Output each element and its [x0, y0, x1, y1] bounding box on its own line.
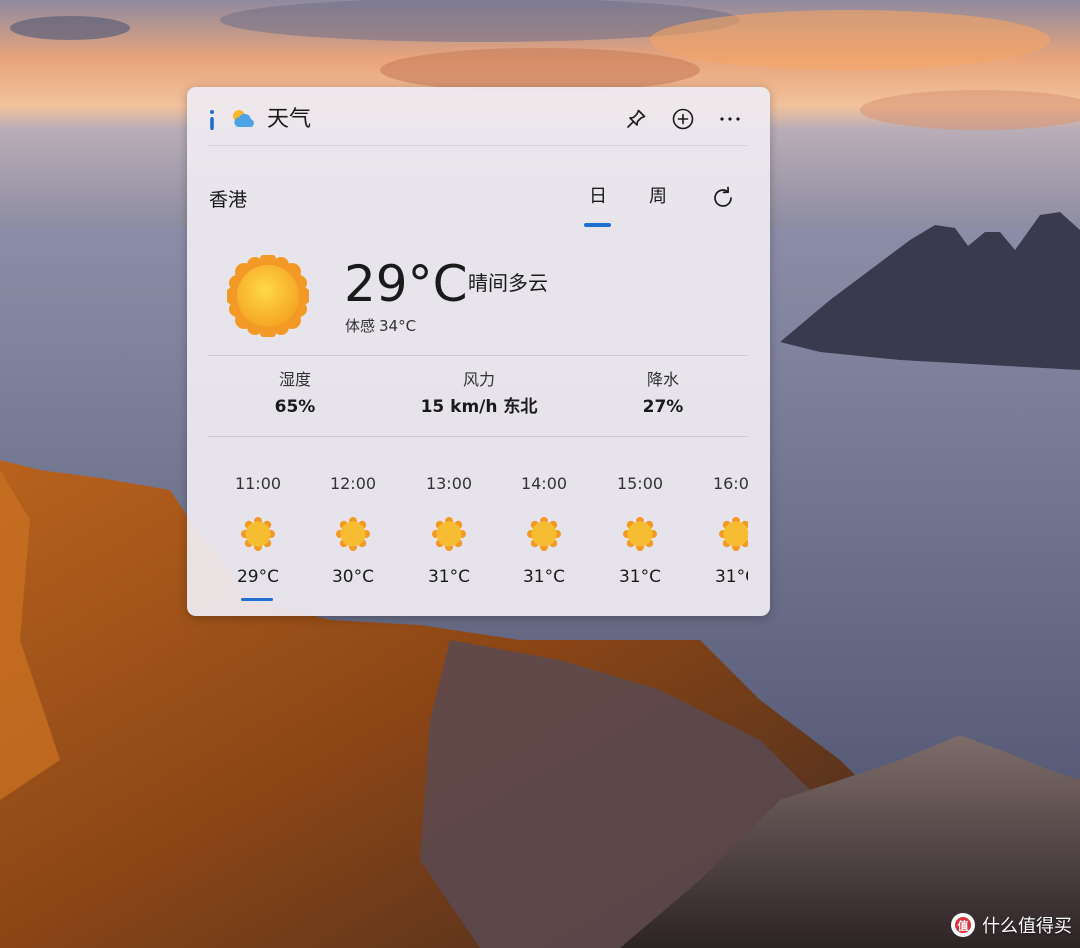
hourly-temperature: 31°C [618, 567, 661, 587]
tab-day[interactable]: 日 [583, 185, 613, 209]
stats-divider [208, 436, 748, 437]
widget-tag-icon [210, 110, 214, 130]
hourly-item[interactable]: 13:00 31°C [401, 473, 497, 589]
hourly-time: 14:00 [520, 474, 568, 493]
hourly-time: 11:00 [234, 474, 282, 493]
active-tab-indicator [584, 223, 611, 227]
sun-icon [432, 517, 466, 551]
pin-button[interactable] [621, 104, 651, 134]
sun-icon [527, 517, 561, 551]
hourly-time: 15:00 [616, 474, 664, 493]
feels-like-value: 34°C [379, 317, 417, 335]
hourly-time: 13:00 [425, 474, 473, 493]
feels-like-label: 体感 [345, 317, 376, 335]
sun-icon [719, 517, 748, 551]
sun-icon [241, 517, 275, 551]
hourly-forecast: 11:00 29°C 12:00 30°C 13:00 31°C 14:00 3… [208, 473, 748, 613]
feels-like: 体感 34°C [345, 316, 420, 336]
hourly-item[interactable]: 11:00 29°C [210, 473, 306, 589]
hourly-item[interactable]: 15:00 31°C [592, 473, 688, 589]
current-temperature: 29°C [344, 255, 468, 313]
tab-week[interactable]: 周 [643, 185, 673, 209]
widget-title: 天气 [267, 107, 312, 132]
hourly-temperature: 31°C [714, 567, 748, 587]
current-condition: 晴间多云 [468, 271, 548, 295]
hourly-temperature: 29°C [236, 567, 279, 587]
selected-hour-indicator [241, 598, 273, 601]
sun-icon [227, 255, 309, 337]
precipitation-label: 降水 [646, 370, 679, 389]
humidity-value: 65% [274, 397, 316, 417]
wind-value: 15 km/h 东北 [420, 397, 538, 417]
widget-header: 天气 [187, 87, 770, 145]
hourly-item[interactable]: 12:00 30°C [305, 473, 401, 589]
sun-icon [336, 517, 370, 551]
weather-widget: 天气 香港 日 周 29°C 晴间多云 体感 34°C 湿度 65% 风力 15… [187, 87, 770, 616]
watermark-text: 什么值得买 [982, 916, 1072, 937]
current-divider [208, 355, 748, 356]
precipitation-stat: 降水 27% [615, 369, 711, 419]
watermark: 值 什么值得买 [950, 910, 1072, 940]
add-widget-button[interactable] [668, 104, 698, 134]
more-options-button[interactable] [715, 104, 745, 134]
pin-icon [627, 109, 646, 128]
humidity-stat: 湿度 65% [247, 369, 343, 419]
watermark-logo-icon: 值 [951, 913, 975, 937]
add-circle-icon [672, 108, 694, 130]
header-divider [208, 145, 748, 146]
hourly-time: 16:00 [712, 474, 748, 493]
hourly-item[interactable]: 14:00 31°C [496, 473, 592, 589]
wind-label: 风力 [462, 370, 495, 389]
hourly-temperature: 31°C [522, 567, 565, 587]
location-label: 香港 [209, 189, 248, 211]
sun-icon [623, 517, 657, 551]
hourly-time: 12:00 [329, 474, 377, 493]
precipitation-value: 27% [642, 397, 684, 417]
hourly-temperature: 31°C [427, 567, 470, 587]
humidity-label: 湿度 [278, 370, 311, 389]
hourly-temperature: 30°C [331, 567, 374, 587]
wind-stat: 风力 15 km/h 东北 [399, 369, 559, 419]
weather-app-icon [233, 110, 254, 127]
hourly-item[interactable]: 16:00 31°C [688, 473, 748, 589]
more-icon [720, 117, 740, 121]
refresh-icon[interactable] [709, 184, 737, 212]
svg-text:值: 值 [958, 919, 969, 933]
